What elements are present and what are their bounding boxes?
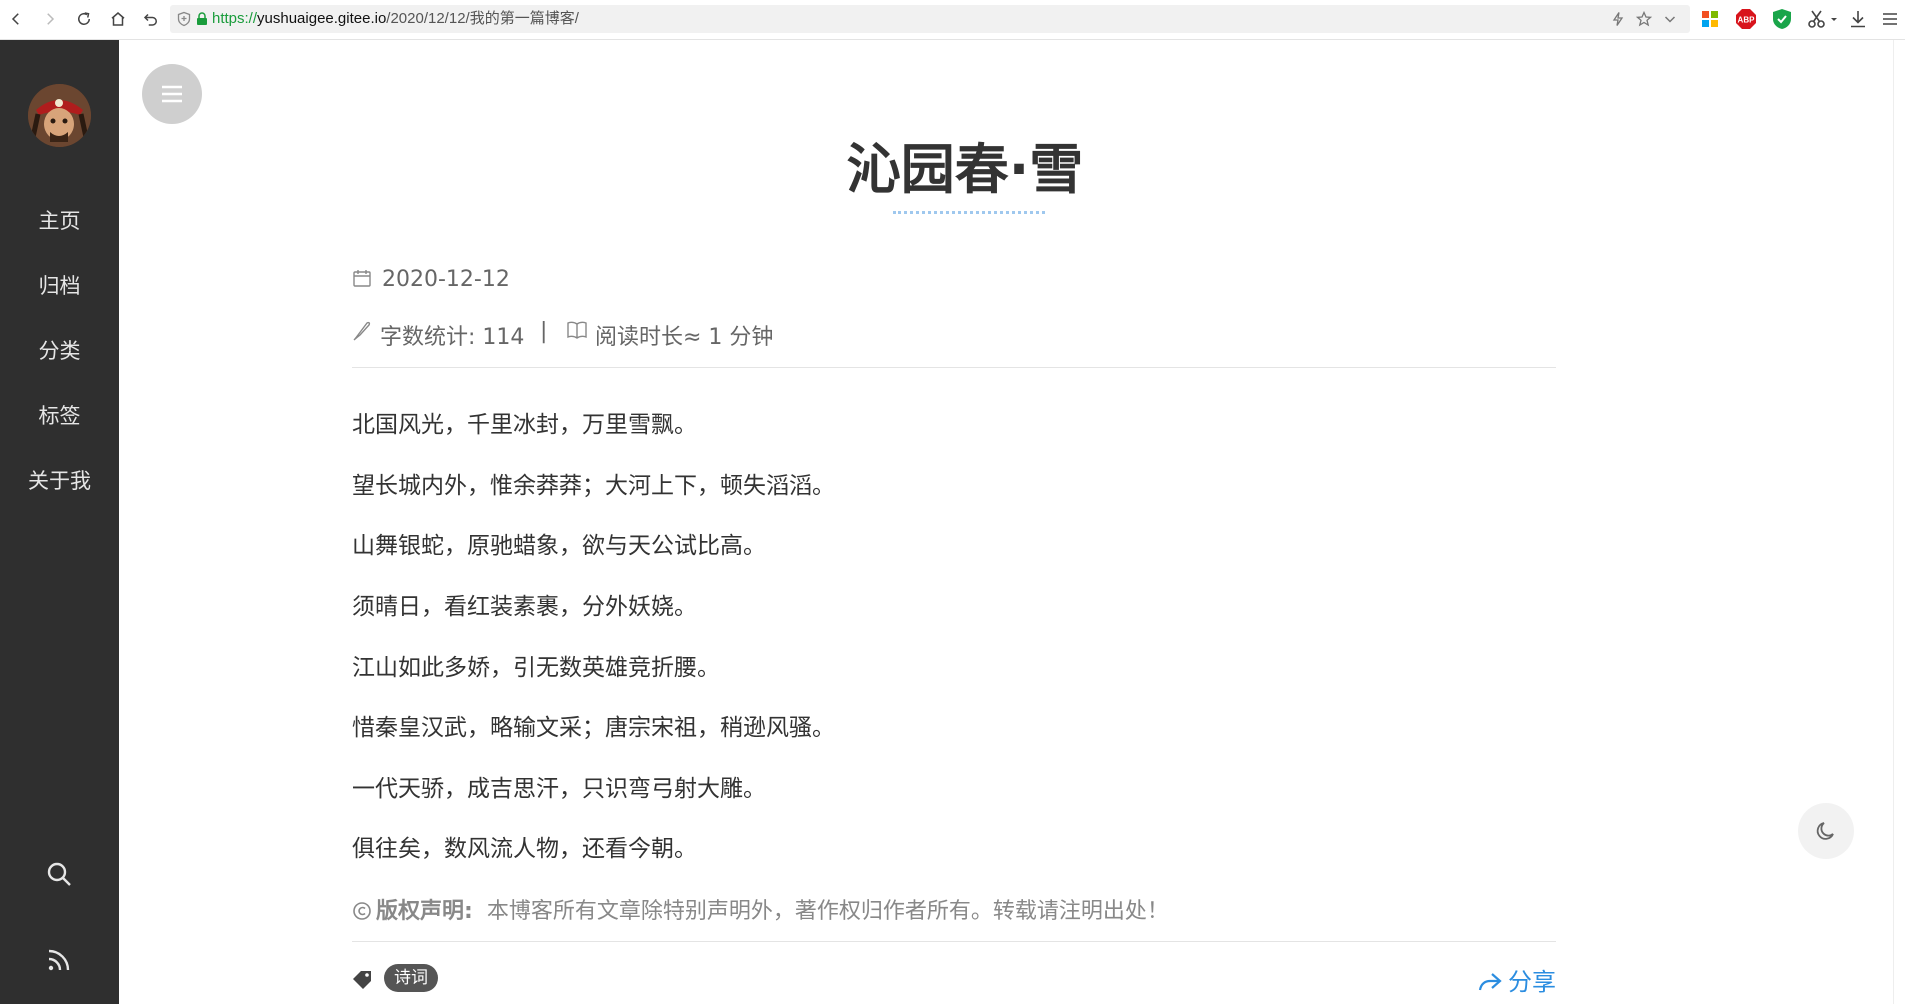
chevron-down-icon[interactable] [1662,11,1678,27]
menu-icon[interactable] [1879,8,1901,30]
word-count: 字数统计: 114 [380,325,525,350]
url-text: https://yushuaigee.gitee.io/2020/12/12/我… [212,9,579,29]
star-icon[interactable] [1636,11,1652,27]
dark-mode-toggle[interactable] [1798,803,1854,859]
chevron-left-icon [11,13,19,25]
home-icon [111,12,125,26]
poem-line: 俱往矣，数风流人物，还看今朝。 [352,836,697,862]
post-title: 沁园春·雪 [846,138,1084,201]
url-host: yushuaigee.gitee.io [257,10,387,27]
sidebar: 主页 归档 分类 标签 关于我 [0,40,119,1004]
shield-extension-icon[interactable] [1771,8,1793,30]
poem-line: 北国风光，千里冰封，万里雪飘。 [352,412,697,438]
search-icon[interactable] [45,860,73,888]
poem-line: 山舞银蛇，原驰蜡象，欲与天公试比高。 [352,533,766,559]
poem-line: 一代天骄，成吉思汗，只识弯弓射大雕。 [352,776,766,802]
lightning-icon[interactable] [1610,11,1626,27]
share-button[interactable]: 分享 [1478,962,1556,997]
sidebar-item-tags[interactable]: 标签 [0,400,119,430]
poem-line: 望长城内外，惟余莽莽；大河上下，顿失滔滔。 [352,473,835,499]
browser-toolbar: https://yushuaigee.gitee.io/2020/12/12/我… [0,0,1905,40]
svg-text:ABP: ABP [1738,16,1756,25]
hamburger-icon [162,85,182,103]
adblock-icon[interactable]: ABP [1735,8,1757,30]
scissors-icon[interactable] [1806,8,1828,30]
home-button[interactable] [106,7,130,31]
sidebar-item-about[interactable]: 关于我 [0,465,119,495]
share-label: 分享 [1508,968,1556,996]
calendar-icon [353,270,371,287]
sidebar-item-categories[interactable]: 分类 [0,335,119,365]
footer-divider [352,941,1556,942]
copyright-notice: 版权声明: 本博客所有文章除特别声明外，著作权归作者所有。转载请注明出处！ [352,893,1169,925]
sidebar-item-home[interactable]: 主页 [0,205,119,235]
poem-line: 江山如此多娇，引无数英雄竞折腰。 [352,655,720,681]
page-scrollbar[interactable] [1893,40,1905,1004]
share-icon [1478,973,1502,991]
avatar-image [28,84,91,147]
poem-line: 惜秦皇汉武，略输文采；唐宗宋祖，稍逊风骚。 [352,715,835,741]
undo-icon [143,13,157,26]
url-path: /2020/12/12/我的第一篇博客/ [386,10,579,27]
chevron-right-icon [47,13,55,25]
feather-icon [353,321,371,341]
title-underline [893,211,1045,214]
book-icon [567,321,587,339]
apps-grid-icon[interactable] [1699,8,1721,30]
copyright-label: 版权声明: [376,899,473,924]
meta-divider [352,367,1556,368]
copyright-text: 本博客所有文章除特别声明外，著作权归作者所有。转载请注明出处！ [486,899,1169,924]
reading-time: 阅读时长≈ 1 分钟 [595,325,774,350]
forward-button[interactable] [38,7,62,31]
reload-button[interactable] [72,7,96,31]
address-bar[interactable]: https://yushuaigee.gitee.io/2020/12/12/我… [170,5,1690,33]
post-date: 2020-12-12 [382,267,510,292]
rss-icon[interactable] [45,946,73,974]
url-scheme: https:// [212,10,258,27]
meta-separator: | [540,319,548,344]
poem-line: 须晴日，看红装素裹，分外妖娆。 [352,594,697,620]
reload-icon [78,12,90,25]
moon-icon [1816,822,1834,840]
download-icon[interactable] [1847,8,1869,30]
back-button[interactable] [4,7,28,31]
toggle-menu-button[interactable] [142,64,202,124]
tag-icon [353,971,371,989]
tag-badge[interactable]: 诗词 [384,964,438,992]
lock-icon [197,12,207,25]
shield-icon [177,11,191,27]
undo-close-button[interactable] [139,7,163,31]
copyright-icon [353,902,371,920]
chevron-down-icon[interactable] [1829,8,1839,30]
avatar[interactable] [28,84,91,147]
sidebar-item-archive[interactable]: 归档 [0,270,119,300]
